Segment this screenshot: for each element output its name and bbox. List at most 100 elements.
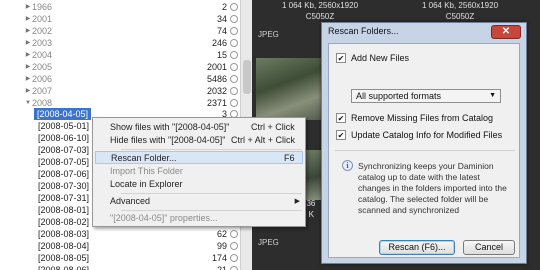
- menu-item-label: Show files with "[2008-04-05]": [110, 122, 230, 132]
- tree-date-folder[interactable]: [2008-08-04] 99: [0, 240, 240, 252]
- menu-item-shortcut: Ctrl + Alt + Click: [231, 135, 296, 145]
- expand-right-icon[interactable]: ▶: [24, 37, 32, 49]
- tree-year-folder[interactable]: ▶ 2002 74: [0, 25, 240, 37]
- thumb-meta-camera: C5050Z: [445, 12, 475, 21]
- sync-status-icon[interactable]: [230, 266, 238, 270]
- thumb-meta-camera: C5050Z: [305, 12, 335, 21]
- menu-item-advanced[interactable]: Advanced ▶: [95, 195, 303, 208]
- sync-status-icon[interactable]: [230, 99, 238, 107]
- tree-scrollbar-thumb[interactable]: [243, 60, 251, 94]
- tree-date-folder[interactable]: [2008-08-03] 62: [0, 228, 240, 240]
- file-count: 21: [216, 265, 227, 270]
- checkbox-label: Remove Missing Files from Catalog: [351, 113, 494, 123]
- expand-right-icon[interactable]: ▶: [24, 73, 32, 85]
- tree-year-folder[interactable]: ▶ 2003 246: [0, 37, 240, 49]
- expand-right-icon[interactable]: ▶: [24, 13, 32, 25]
- file-count: 34: [216, 14, 227, 24]
- sync-status-icon[interactable]: [230, 254, 238, 262]
- dialog-title: Rescan Folders...: [328, 26, 399, 36]
- sync-status-icon[interactable]: [230, 87, 238, 95]
- menu-item-shortcut: F6: [284, 153, 295, 163]
- expand-right-icon[interactable]: ▶: [24, 1, 32, 13]
- sync-status-icon[interactable]: [230, 27, 238, 35]
- tree-year-folder[interactable]: ▶ 2001 34: [0, 13, 240, 25]
- folder-label: [2008-04-05]: [34, 108, 92, 120]
- folder-label: [2008-08-02]: [38, 217, 90, 227]
- update-catalog-checkbox[interactable]: ✔ Update Catalog Info for Modified Files: [336, 129, 516, 141]
- folder-label: [2008-07-31]: [38, 193, 90, 203]
- sync-status-icon[interactable]: [230, 39, 238, 47]
- info-icon: i: [342, 160, 353, 171]
- sync-status-icon[interactable]: [230, 63, 238, 71]
- menu-item-hide-files[interactable]: Hide files with "[2008-04-05]" Ctrl + Al…: [95, 134, 303, 147]
- expand-right-icon[interactable]: ▶: [24, 61, 32, 73]
- rescan-button[interactable]: Rescan (F6)...: [379, 240, 455, 255]
- expand-right-icon[interactable]: ▶: [24, 25, 32, 37]
- expand-right-icon[interactable]: ▶: [24, 49, 32, 61]
- remove-missing-checkbox[interactable]: ✔ Remove Missing Files from Catalog: [336, 112, 516, 124]
- sync-status-icon[interactable]: [230, 15, 238, 23]
- tree-date-folder[interactable]: [2008-08-06] 21: [0, 264, 240, 270]
- file-format-select[interactable]: All supported formats ▼: [351, 89, 501, 103]
- file-count: 15: [216, 50, 227, 60]
- file-count: 2: [221, 2, 227, 12]
- folder-label: [2008-08-03]: [38, 229, 90, 239]
- checkmark-icon: ✔: [336, 130, 346, 140]
- menu-item-label: Hide files with "[2008-04-05]": [110, 135, 226, 145]
- folder-label: [2008-08-05]: [38, 253, 90, 263]
- menu-item-shortcut: Ctrl + Click: [251, 122, 295, 132]
- tree-year-folder[interactable]: ▶ 2007 2032: [0, 85, 240, 97]
- add-new-files-checkbox[interactable]: ✔ Add New Files: [336, 52, 516, 64]
- menu-item-label: "[2008-04-05]" properties...: [110, 213, 218, 223]
- photo-thumbnail[interactable]: [256, 58, 326, 120]
- sync-status-icon[interactable]: [230, 3, 238, 11]
- menu-item-label: Import This Folder: [110, 166, 183, 176]
- sync-status-icon[interactable]: [230, 75, 238, 83]
- sync-status-icon[interactable]: [230, 242, 238, 250]
- file-count: 99: [216, 241, 227, 251]
- file-count: 5486: [206, 74, 227, 84]
- checkbox-label: Add New Files: [351, 53, 410, 63]
- file-type-label: JPEG: [258, 30, 279, 39]
- folder-label: [2008-06-10]: [38, 133, 90, 143]
- dialog-body: ✔ Add New Files All supported formats ▼ …: [328, 43, 520, 258]
- menu-item-properties[interactable]: "[2008-04-05]" properties...: [95, 212, 303, 225]
- folder-label: 2005: [32, 62, 53, 72]
- folder-label: [2008-08-01]: [38, 205, 90, 215]
- select-value: All supported formats: [356, 91, 442, 101]
- menu-item-show-files[interactable]: Show files with "[2008-04-05]" Ctrl + Cl…: [95, 121, 303, 134]
- menu-separator: [121, 149, 302, 150]
- info-text: Synchronizing keeps your Daminion catalo…: [358, 161, 507, 215]
- folder-label: 1966: [32, 2, 53, 12]
- checkmark-icon: ✔: [336, 113, 346, 123]
- tree-year-folder[interactable]: ▶ 2006 5486: [0, 73, 240, 85]
- file-count: 62: [216, 229, 227, 239]
- submenu-arrow-icon: ▶: [294, 198, 300, 205]
- file-count: 2001: [206, 62, 227, 72]
- menu-item-rescan-folder[interactable]: Rescan Folder... F6: [95, 151, 303, 164]
- tree-year-folder[interactable]: ▶ 1966 2: [0, 1, 240, 13]
- folder-label: [2008-07-30]: [38, 181, 90, 191]
- menu-item-label: Locate in Explorer: [110, 179, 183, 189]
- file-count: 246: [211, 38, 227, 48]
- tree-year-folder[interactable]: ▶ 2004 15: [0, 49, 240, 61]
- menu-item-import-folder[interactable]: Import This Folder: [95, 165, 303, 178]
- folder-label: [2008-08-04]: [38, 241, 90, 251]
- tree-year-folder[interactable]: ▶ 2005 2001: [0, 61, 240, 73]
- sync-status-icon[interactable]: [230, 51, 238, 59]
- thumb-meta-size: 1 064 Kb, 2560x1920: [281, 1, 359, 10]
- folder-label: [2008-08-06]: [38, 265, 90, 270]
- tree-date-folder[interactable]: [2008-08-05] 174: [0, 252, 240, 264]
- menu-item-locate-explorer[interactable]: Locate in Explorer: [95, 178, 303, 191]
- folder-label: 2001: [32, 14, 53, 24]
- sync-status-icon[interactable]: [230, 230, 238, 238]
- folder-label: [2008-07-06]: [38, 169, 90, 179]
- folder-label: 2006: [32, 74, 53, 84]
- cancel-button[interactable]: Cancel: [463, 240, 515, 255]
- close-button[interactable]: ✕: [491, 25, 521, 39]
- menu-item-label: Advanced: [110, 196, 151, 206]
- checkmark-icon: ✔: [336, 53, 346, 63]
- folder-label: 2007: [32, 86, 53, 96]
- folder-label: 2004: [32, 50, 53, 60]
- expand-right-icon[interactable]: ▶: [24, 85, 32, 97]
